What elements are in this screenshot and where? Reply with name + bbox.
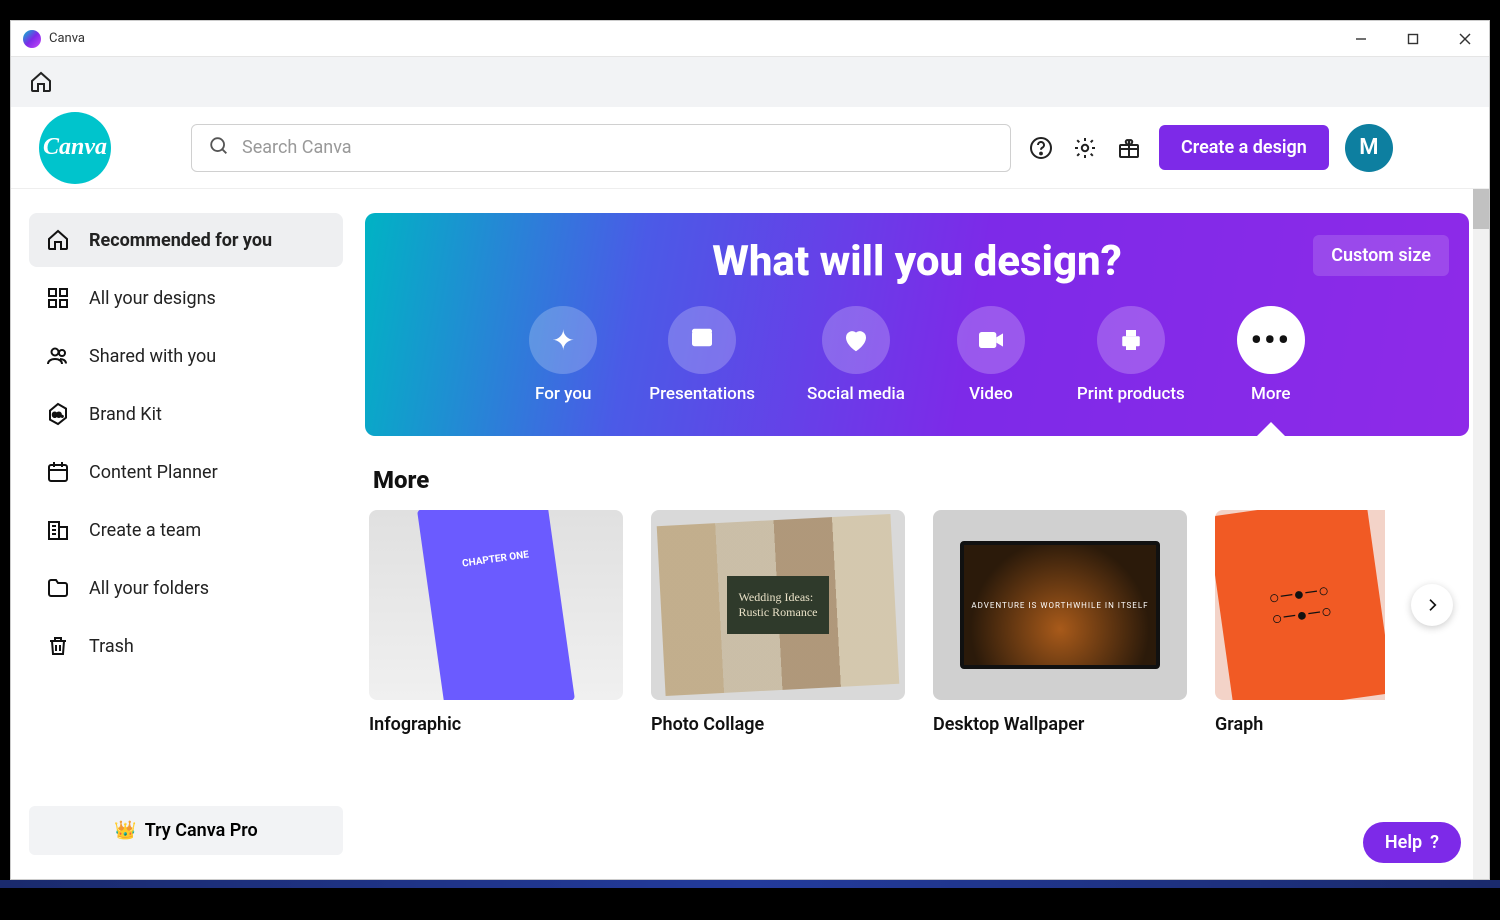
more-icon: ••• (1237, 306, 1305, 374)
thumbnail-photo-collage (651, 510, 905, 700)
people-icon (45, 343, 71, 369)
category-social-media[interactable]: Social media (807, 306, 905, 404)
close-button[interactable] (1453, 27, 1477, 51)
crown-icon: 👑 (114, 820, 136, 841)
window-controls (1349, 27, 1477, 51)
sidebar-item-label: Brand Kit (89, 404, 162, 425)
sidebar-item-recommended[interactable]: Recommended for you (29, 213, 343, 267)
category-label: Video (969, 384, 1013, 404)
card-label: Graph (1215, 714, 1385, 735)
category-for-you[interactable]: ✦ For you (529, 306, 597, 404)
presentation-icon (668, 306, 736, 374)
user-avatar[interactable]: M (1345, 124, 1393, 172)
window-titlebar: Canva (11, 21, 1489, 57)
app-window: Canva Canva (10, 20, 1490, 880)
search-bar[interactable] (191, 124, 1011, 172)
trash-icon (45, 633, 71, 659)
thumbnail-infographic (369, 510, 623, 700)
nav-bar (11, 57, 1489, 107)
sidebar-item-label: Trash (89, 636, 134, 657)
sidebar-item-trash[interactable]: Trash (29, 619, 343, 673)
sidebar-item-label: All your designs (89, 288, 216, 309)
hexagon-icon: co. (45, 401, 71, 427)
video-icon (957, 306, 1025, 374)
canva-app-icon (23, 30, 41, 48)
hero-title: What will you design? (393, 237, 1441, 286)
category-label: For you (535, 384, 591, 404)
folder-icon (45, 575, 71, 601)
svg-text:co.: co. (52, 410, 63, 419)
try-pro-button[interactable]: 👑 Try Canva Pro (29, 806, 343, 855)
card-label: Desktop Wallpaper (933, 714, 1187, 735)
card-label: Infographic (369, 714, 623, 735)
content-body: Recommended for you All your designs Sha… (11, 189, 1489, 879)
category-more[interactable]: ••• More (1237, 306, 1305, 404)
category-print-products[interactable]: Print products (1077, 306, 1185, 404)
top-header: Canva Create a design M (11, 107, 1489, 189)
canva-logo[interactable]: Canva (39, 112, 111, 184)
thumbnail-desktop-wallpaper: ADVENTURE IS WORTHWHILE IN ITSELF (933, 510, 1187, 700)
card-label: Photo Collage (651, 714, 905, 735)
thumbnail-inline-text: ADVENTURE IS WORTHWHILE IN ITSELF (960, 541, 1160, 669)
home-icon (45, 227, 71, 253)
search-input[interactable] (242, 137, 994, 158)
help-button-label: Help (1385, 832, 1422, 853)
sidebar-item-label: Recommended for you (89, 230, 272, 251)
category-video[interactable]: Video (957, 306, 1025, 404)
thumbnail-graph (1215, 510, 1385, 700)
search-icon (208, 135, 230, 161)
help-button[interactable]: Help ? (1363, 822, 1461, 863)
home-nav-button[interactable] (27, 68, 55, 96)
sidebar-item-folders[interactable]: All your folders (29, 561, 343, 615)
sidebar-item-label: Create a team (89, 520, 201, 541)
card-infographic[interactable]: Infographic (369, 510, 623, 735)
card-graph[interactable]: Graph (1215, 510, 1385, 735)
category-presentations[interactable]: Presentations (649, 306, 755, 404)
sidebar-item-content-planner[interactable]: Content Planner (29, 445, 343, 499)
sidebar-item-create-team[interactable]: Create a team (29, 503, 343, 557)
heart-icon (822, 306, 890, 374)
sidebar-item-label: Shared with you (89, 346, 216, 367)
template-cards: Infographic Photo Collage ADVENTURE IS W… (365, 510, 1469, 735)
sidebar-item-label: Content Planner (89, 462, 218, 483)
custom-size-button[interactable]: Custom size (1313, 235, 1449, 276)
category-label: More (1251, 384, 1290, 404)
calendar-icon (45, 459, 71, 485)
maximize-button[interactable] (1401, 27, 1425, 51)
pro-button-label: Try Canva Pro (145, 820, 258, 841)
scroll-next-button[interactable] (1411, 584, 1453, 626)
card-desktop-wallpaper[interactable]: ADVENTURE IS WORTHWHILE IN ITSELF Deskto… (933, 510, 1187, 735)
main-panel: Custom size What will you design? ✦ For … (361, 189, 1489, 879)
hero-banner: Custom size What will you design? ✦ For … (365, 213, 1469, 436)
settings-icon[interactable] (1071, 134, 1099, 162)
sidebar-item-shared[interactable]: Shared with you (29, 329, 343, 383)
sidebar-item-brand-kit[interactable]: co. Brand Kit (29, 387, 343, 441)
print-icon (1097, 306, 1165, 374)
minimize-button[interactable] (1349, 27, 1373, 51)
taskbar-sliver (0, 880, 1500, 888)
sparkle-icon: ✦ (529, 306, 597, 374)
category-row: ✦ For you Presentations Social media Vid… (393, 306, 1441, 404)
question-icon: ? (1430, 832, 1439, 853)
sidebar-item-all-designs[interactable]: All your designs (29, 271, 343, 325)
category-label: Print products (1077, 384, 1185, 404)
create-design-button[interactable]: Create a design (1159, 125, 1329, 170)
sidebar-item-label: All your folders (89, 578, 209, 599)
category-label: Presentations (649, 384, 755, 404)
grid-icon (45, 285, 71, 311)
gift-icon[interactable] (1115, 134, 1143, 162)
window-title: Canva (49, 31, 85, 46)
help-icon[interactable] (1027, 134, 1055, 162)
category-label: Social media (807, 384, 905, 404)
section-title: More (373, 466, 1461, 494)
card-photo-collage[interactable]: Photo Collage (651, 510, 905, 735)
sidebar: Recommended for you All your designs Sha… (11, 189, 361, 879)
building-icon (45, 517, 71, 543)
